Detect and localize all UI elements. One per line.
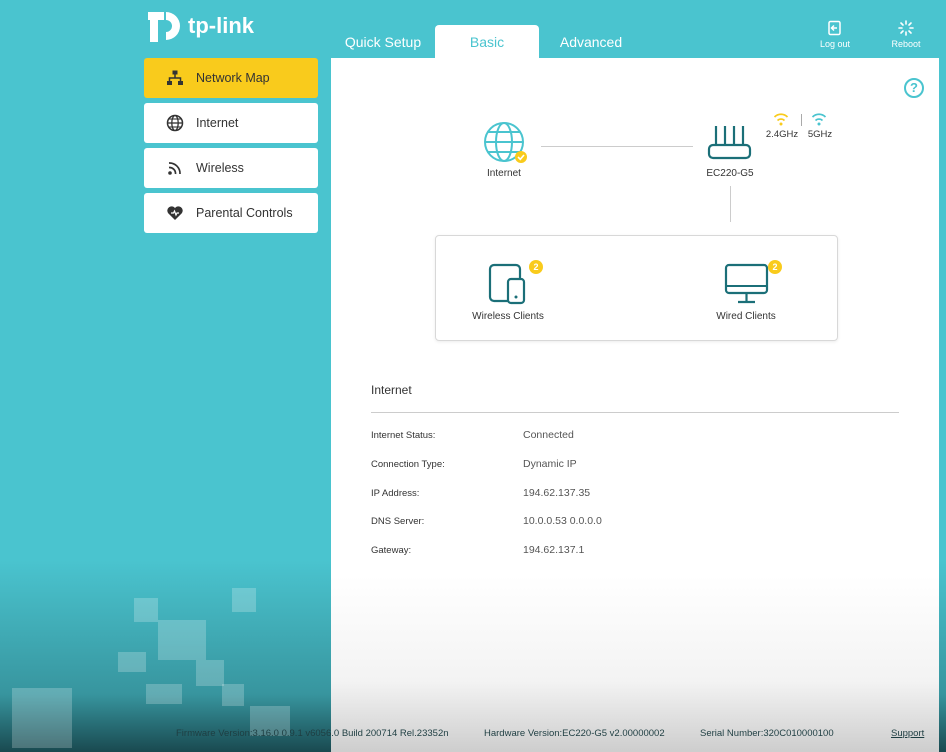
- connection-type-value: Dynamic IP: [523, 458, 577, 470]
- sidebar-item-label: Wireless: [196, 161, 244, 175]
- connection-line: [730, 186, 731, 222]
- sidebar-item-parental-controls[interactable]: Parental Controls: [144, 193, 318, 233]
- internet-status-label: Internet Status:: [371, 430, 436, 441]
- ip-address-value: 194.62.137.35: [523, 487, 591, 499]
- sidebar: Network Map Internet Wireless Parental C…: [144, 58, 318, 238]
- serial-number: Serial Number:320C010000100: [700, 728, 834, 739]
- hardware-version: Hardware Version:EC220-G5 v2.00000002: [484, 728, 665, 739]
- band-5-label: 5GHz: [807, 129, 833, 140]
- heart-icon: [167, 206, 183, 220]
- globe-icon: [166, 114, 184, 132]
- connection-type-label: Connection Type:: [371, 459, 445, 470]
- top-tabs: Quick Setup Basic Advanced: [331, 25, 643, 59]
- internet-node[interactable]: [483, 121, 529, 167]
- wired-clients-node[interactable]: [724, 263, 770, 305]
- internet-node-label: Internet: [487, 168, 521, 179]
- sidebar-item-label: Network Map: [196, 71, 270, 85]
- wireless-icon: [168, 162, 181, 175]
- internet-status-value: Connected: [523, 429, 574, 441]
- gateway-value: 194.62.137.1: [523, 544, 585, 556]
- ip-address-label: IP Address:: [371, 488, 420, 499]
- band-24-label: 2.4GHz: [765, 129, 799, 140]
- wireless-clients-node[interactable]: [488, 263, 528, 305]
- logout-icon: [828, 20, 841, 36]
- internet-section-title: Internet: [371, 383, 412, 397]
- main-panel: [331, 58, 939, 752]
- wifi-24-icon: [773, 113, 789, 126]
- gateway-label: Gateway:: [371, 545, 412, 556]
- firmware-version: Firmware Version:3.16.0 0.9.1 v6056.0 Bu…: [176, 728, 449, 739]
- router-label: EC220-G5: [706, 168, 754, 179]
- router-icon: [707, 126, 752, 160]
- logout-label: Log out: [819, 39, 851, 49]
- tab-quick-setup[interactable]: Quick Setup: [331, 25, 435, 59]
- logo-text: tp-link: [188, 13, 254, 38]
- support-link[interactable]: Support: [891, 728, 924, 739]
- wired-clients-count-badge: 2: [768, 260, 782, 274]
- dns-server-value: 10.0.0.53 0.0.0.0: [523, 515, 602, 527]
- network-map-icon: [167, 70, 183, 85]
- dns-server-label: DNS Server:: [371, 516, 425, 527]
- logout-button[interactable]: Log out: [813, 20, 857, 49]
- sidebar-item-wireless[interactable]: Wireless: [144, 148, 318, 188]
- decorative-squares: [0, 580, 330, 752]
- tp-link-logo-icon: [148, 12, 180, 42]
- monitor-icon: [724, 263, 769, 304]
- globe-icon: [484, 122, 527, 163]
- wireless-clients-label: Wireless Clients: [472, 311, 544, 322]
- section-divider: [371, 412, 899, 413]
- router-node[interactable]: [707, 124, 753, 162]
- tab-basic[interactable]: Basic: [435, 25, 539, 59]
- connection-line: [541, 146, 693, 147]
- reboot-label: Reboot: [891, 39, 921, 49]
- help-icon[interactable]: ?: [904, 78, 924, 98]
- wifi-5-icon: [811, 113, 827, 126]
- sidebar-item-label: Parental Controls: [196, 206, 293, 220]
- sidebar-item-network-map[interactable]: Network Map: [144, 58, 318, 98]
- band-divider: [801, 114, 802, 126]
- reboot-button[interactable]: Reboot: [884, 20, 928, 49]
- reboot-icon: [898, 20, 914, 36]
- wireless-clients-count-badge: 2: [529, 260, 543, 274]
- wired-clients-label: Wired Clients: [716, 311, 776, 322]
- support-link-wrapper: Support: [891, 728, 924, 739]
- sidebar-item-label: Internet: [196, 116, 239, 130]
- tp-link-logo[interactable]: tp-link: [144, 6, 254, 46]
- tab-advanced[interactable]: Advanced: [539, 25, 643, 59]
- tablet-phone-icon: [488, 263, 526, 305]
- sidebar-item-internet[interactable]: Internet: [144, 103, 318, 143]
